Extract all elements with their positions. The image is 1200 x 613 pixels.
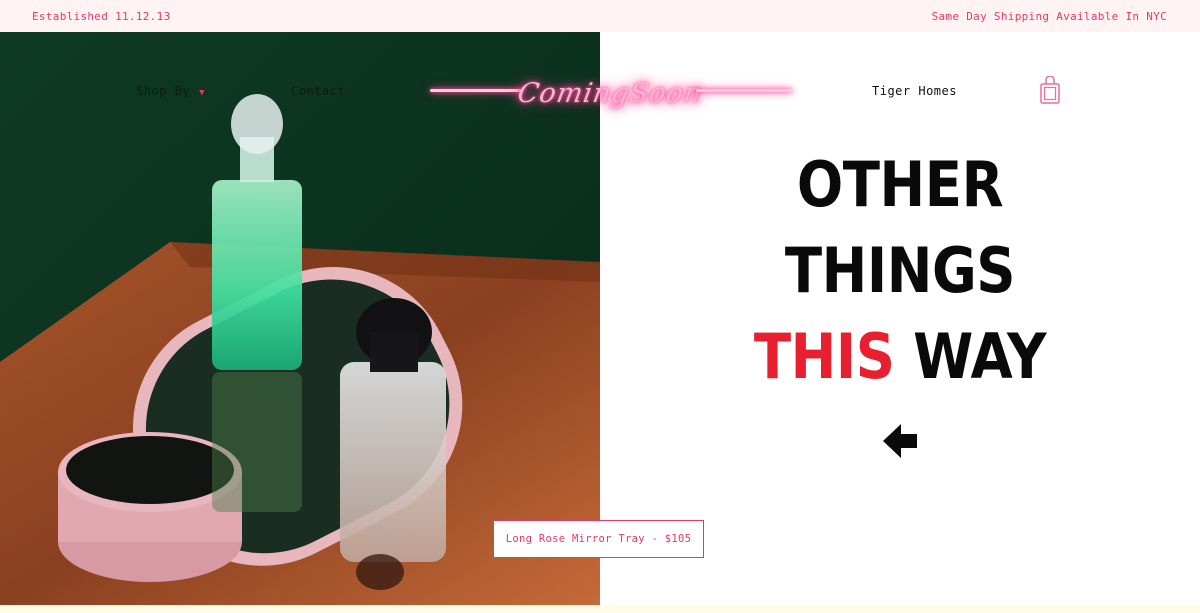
headline-line-3: THIS WAY bbox=[724, 314, 1076, 400]
shopping-bag-icon[interactable] bbox=[1040, 75, 1060, 104]
established-text: Established 11.12.13 bbox=[32, 10, 171, 23]
headline-line-2: THINGS bbox=[784, 234, 1016, 307]
logo-neon-line-right bbox=[696, 89, 792, 92]
logo-text: ComingSoon bbox=[515, 78, 705, 109]
caret-down-icon: ▼ bbox=[199, 88, 205, 98]
logo-neon-line-left bbox=[430, 89, 522, 92]
announcement-bar: Established 11.12.13 Same Day Shipping A… bbox=[0, 0, 1200, 32]
headline-accent-word: THIS bbox=[753, 320, 895, 393]
headline-line-1: OTHER bbox=[796, 148, 1004, 221]
arrow-left-icon[interactable] bbox=[881, 422, 919, 460]
product-tag-button[interactable]: Long Rose Mirror Tray - $105 bbox=[493, 520, 704, 558]
nav-tiger-homes[interactable]: Tiger Homes bbox=[872, 84, 957, 98]
bottom-strip bbox=[0, 605, 1200, 613]
nav-shop-by[interactable]: Shop By ▼ bbox=[136, 84, 205, 98]
shipping-notice: Same Day Shipping Available In NYC bbox=[931, 10, 1167, 23]
nav-contact[interactable]: Contact bbox=[291, 84, 345, 98]
headline-line-3-rest: WAY bbox=[913, 320, 1047, 393]
nav-shop-by-label: Shop By bbox=[136, 84, 191, 98]
coming-soon-logo[interactable]: ComingSoon bbox=[430, 70, 792, 126]
